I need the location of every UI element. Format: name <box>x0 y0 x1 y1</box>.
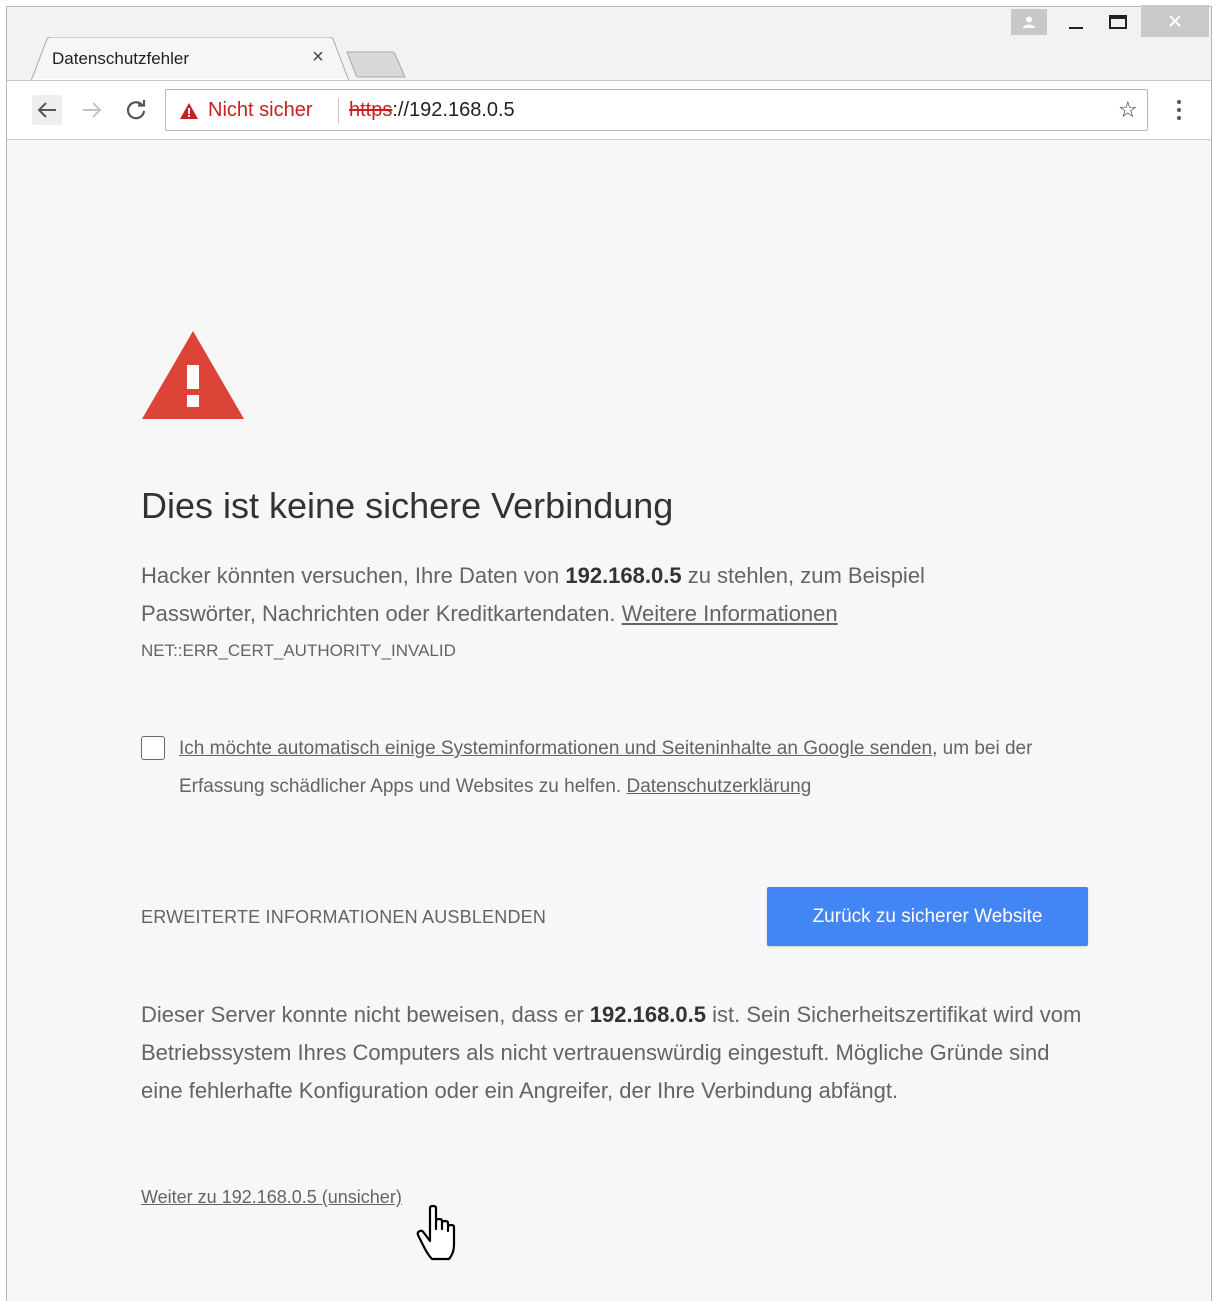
browser-window: Datenschutzfehler × Nicht sicher https:/… <box>6 5 1212 1301</box>
main-message-text: Hacker könnten versuchen, Ihre Daten von <box>141 563 566 588</box>
page-title: Dies ist keine sichere Verbindung <box>141 485 674 526</box>
profile-icon <box>1023 16 1035 28</box>
window-close-button[interactable] <box>1141 5 1209 37</box>
new-tab-button[interactable] <box>345 49 407 79</box>
proceed-unsafe-link[interactable]: Weiter zu 192.168.0.5 (unsicher) <box>141 1187 402 1208</box>
maximize-icon <box>1109 15 1127 29</box>
report-checkbox[interactable] <box>141 736 165 760</box>
profile-button[interactable] <box>1011 9 1047 35</box>
menu-dot <box>1177 108 1181 112</box>
bookmark-star-icon[interactable]: ☆ <box>1118 97 1138 123</box>
details-host-name: 192.168.0.5 <box>589 1002 707 1027</box>
tab-title: Datenschutzfehler <box>52 49 190 68</box>
error-code: NET::ERR_CERT_AUTHORITY_INVALID <box>141 641 456 660</box>
browser-menu-button[interactable] <box>1167 95 1191 125</box>
details-text: Dieser Server konnte nicht beweisen, das… <box>141 1002 590 1027</box>
url-host: ://192.168.0.5 <box>392 99 515 121</box>
advanced-toggle-button[interactable]: ERWEITERTE INFORMATIONEN AUSBLENDEN <box>141 907 546 928</box>
tab-close-icon[interactable]: × <box>307 46 329 68</box>
forward-arrow-icon <box>83 102 102 118</box>
interstitial-page: Dies ist keine sichere Verbindung Hacker… <box>7 141 1211 1301</box>
report-opt-in-link[interactable]: Ich möchte automatisch einige Systeminfo… <box>179 738 932 759</box>
menu-dot <box>1177 100 1181 104</box>
forward-button[interactable] <box>77 95 107 125</box>
minimize-button[interactable] <box>1061 7 1091 37</box>
minimize-icon <box>1069 27 1083 29</box>
omnibox-divider <box>338 98 339 124</box>
title-bar: Datenschutzfehler × <box>7 5 1211 83</box>
reload-button[interactable] <box>121 95 151 125</box>
url-scheme: https <box>349 99 393 121</box>
privacy-policy-link[interactable]: Datenschutzerklärung <box>626 776 811 797</box>
hand-cursor-icon <box>416 1205 456 1261</box>
main-message: Hacker könnten versuchen, Ihre Daten von… <box>141 557 1041 633</box>
maximize-button[interactable] <box>1101 7 1135 37</box>
close-icon <box>1169 15 1181 27</box>
learn-more-link[interactable]: Weitere Informationen <box>622 601 838 626</box>
back-arrow-icon <box>37 102 56 118</box>
url-text[interactable]: https://192.168.0.5 <box>349 99 515 122</box>
tab-active[interactable]: Datenschutzfehler × <box>31 37 349 81</box>
report-checkbox-label: Ich möchte automatisch einige Systeminfo… <box>179 730 1089 806</box>
back-button[interactable] <box>32 95 62 125</box>
security-status-label[interactable]: Nicht sicher <box>208 99 312 122</box>
details-message: Dieser Server konnte nicht beweisen, das… <box>141 996 1091 1110</box>
back-to-safety-button[interactable]: Zurück zu sicherer Website <box>767 887 1088 946</box>
menu-dot <box>1177 116 1181 120</box>
toolbar: Nicht sicher https://192.168.0.5 ☆ <box>7 80 1211 140</box>
security-warning-icon <box>142 331 244 419</box>
not-secure-warning-icon <box>180 103 198 119</box>
host-name: 192.168.0.5 <box>565 563 682 588</box>
reload-icon <box>126 100 146 120</box>
address-bar[interactable]: Nicht sicher https://192.168.0.5 ☆ <box>165 89 1148 131</box>
